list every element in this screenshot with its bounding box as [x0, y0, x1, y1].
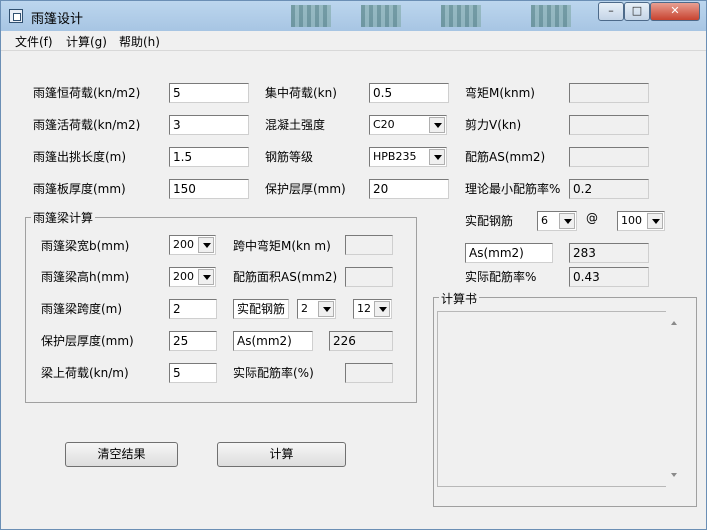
beam-bar-diameter-value: 12: [357, 302, 371, 315]
beam-area-output: [345, 267, 393, 287]
slab-bar-diameter-value: 6: [541, 214, 548, 227]
chevron-down-icon[interactable]: [318, 301, 334, 317]
slab-as-output: [569, 147, 649, 167]
cantilever-length-input[interactable]: 1.5: [169, 147, 249, 167]
at-symbol: @: [586, 211, 598, 225]
point-load-input[interactable]: 0.5: [369, 83, 449, 103]
chevron-down-icon[interactable]: [647, 213, 663, 229]
point-load-label: 集中荷载(kn): [265, 86, 337, 100]
beam-area-label: 配筋面积AS(mm2): [233, 270, 338, 284]
maximize-button[interactable]: □: [624, 2, 650, 21]
beam-span-label: 雨篷梁跨度(m): [41, 302, 123, 316]
app-icon: [9, 9, 23, 23]
slab-cover-input[interactable]: 20: [369, 179, 449, 199]
calculate-button[interactable]: 计算: [217, 442, 346, 467]
beam-group-title: 雨篷梁计算: [31, 209, 96, 226]
moment-label: 弯矩M(knm): [465, 86, 535, 100]
beam-load-input[interactable]: 5: [169, 363, 217, 383]
minimize-button[interactable]: –: [598, 2, 624, 21]
cantilever-length-label: 雨篷出挑长度(m): [33, 150, 127, 164]
beam-as-label-field: As(mm2): [233, 331, 313, 351]
beam-actual-steel-field: 实配钢筋: [233, 299, 289, 319]
dead-load-input[interactable]: 5: [169, 83, 249, 103]
beam-bar-diameter-select[interactable]: 12: [353, 299, 392, 319]
shear-output: [569, 115, 649, 135]
midspan-moment-label: 跨中弯矩M(kn m): [233, 239, 331, 253]
beam-bar-count-value: 2: [301, 302, 308, 315]
concrete-strength-label: 混凝土强度: [265, 118, 326, 132]
beam-height-select[interactable]: 200: [169, 267, 216, 287]
concrete-strength-value: C20: [373, 118, 395, 131]
slab-bar-diameter-select[interactable]: 6: [537, 211, 577, 231]
beam-cover-input[interactable]: 25: [169, 331, 217, 351]
menu-bar: 文件(f) 计算(g) 帮助(h): [1, 31, 706, 51]
chevron-down-icon[interactable]: [374, 301, 390, 317]
beam-bar-count-select[interactable]: 2: [297, 299, 336, 319]
chevron-down-icon[interactable]: [429, 117, 445, 133]
menu-calculate[interactable]: 计算(g): [66, 33, 107, 50]
calc-book-scrollbar[interactable]: [666, 311, 683, 487]
calc-book-title: 计算书: [439, 290, 480, 307]
slab-as-label: 配筋AS(mm2): [465, 150, 546, 164]
calc-book-textarea[interactable]: [437, 311, 683, 487]
slab-thickness-label: 雨篷板厚度(mm): [33, 182, 126, 196]
shear-label: 剪力V(kn): [465, 118, 522, 132]
main-window: 雨篷设计 – □ ✕ 文件(f) 计算(g) 帮助(h) 雨篷恒荷载(kn/m2…: [0, 0, 707, 530]
steel-grade-value: HPB235: [373, 150, 417, 163]
background-strip: [531, 5, 571, 27]
moment-output: [569, 83, 649, 103]
title-bar: 雨篷设计 – □ ✕: [1, 1, 706, 31]
slab-actual-steel-label: 实配钢筋: [465, 214, 514, 228]
beam-height-label: 雨篷梁高h(mm): [41, 270, 130, 284]
beam-width-select[interactable]: 200: [169, 235, 216, 255]
slab-actual-ratio-output: 0.43: [569, 267, 649, 287]
background-strip: [361, 5, 401, 27]
menu-help[interactable]: 帮助(h): [119, 33, 160, 50]
slab-thickness-input[interactable]: 150: [169, 179, 249, 199]
slab-bar-spacing-value: 100: [621, 214, 642, 227]
scroll-down-icon[interactable]: [671, 473, 677, 477]
background-strip: [441, 5, 481, 27]
beam-actual-ratio-output: [345, 363, 393, 383]
chevron-down-icon[interactable]: [198, 269, 214, 285]
scroll-up-icon[interactable]: [671, 321, 677, 325]
min-ratio-label: 理论最小配筋率%: [465, 182, 561, 196]
steel-grade-select[interactable]: HPB235: [369, 147, 447, 167]
menu-file[interactable]: 文件(f): [15, 33, 53, 50]
beam-as-output: 226: [329, 331, 393, 351]
close-button[interactable]: ✕: [650, 2, 700, 21]
slab-actual-ratio-label: 实际配筋率%: [465, 270, 537, 284]
window-title: 雨篷设计: [31, 12, 84, 27]
chevron-down-icon[interactable]: [198, 237, 214, 253]
beam-cover-label: 保护层厚度(mm): [41, 334, 134, 348]
live-load-label: 雨篷活荷载(kn/m2): [33, 118, 141, 132]
concrete-strength-select[interactable]: C20: [369, 115, 447, 135]
min-ratio-output: 0.2: [569, 179, 649, 199]
beam-actual-ratio-label: 实际配筋率(%): [233, 366, 314, 380]
slab-as-result-label-field: As(mm2): [465, 243, 553, 263]
dead-load-label: 雨篷恒荷载(kn/m2): [33, 86, 141, 100]
background-strip: [291, 5, 331, 27]
slab-cover-label: 保护层厚(mm): [265, 182, 346, 196]
beam-width-value: 200: [173, 238, 194, 251]
beam-width-label: 雨篷梁宽b(mm): [41, 239, 130, 253]
steel-grade-label: 钢筋等级: [265, 150, 314, 164]
slab-bar-spacing-select[interactable]: 100: [617, 211, 665, 231]
midspan-moment-output: [345, 235, 393, 255]
chevron-down-icon[interactable]: [559, 213, 575, 229]
beam-span-input[interactable]: 2: [169, 299, 217, 319]
beam-load-label: 梁上荷载(kn/m): [41, 366, 129, 380]
clear-results-button[interactable]: 清空结果: [65, 442, 178, 467]
chevron-down-icon[interactable]: [429, 149, 445, 165]
live-load-input[interactable]: 3: [169, 115, 249, 135]
beam-height-value: 200: [173, 270, 194, 283]
slab-as-result-output: 283: [569, 243, 649, 263]
